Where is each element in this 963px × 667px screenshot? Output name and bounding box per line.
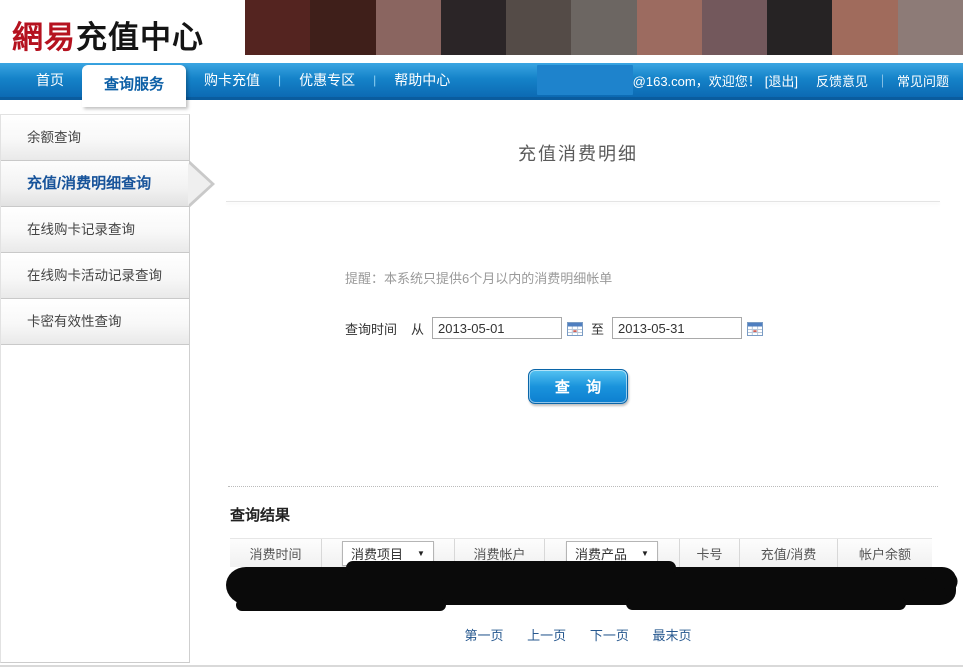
pagination: 第一页 上一页 下一页 最末页	[190, 625, 963, 644]
content-area: 余额查询 充值/消费明细查询 在线购卡记录查询 在线购卡活动记录查询 卡密有效性…	[0, 100, 963, 665]
table-data-redaction	[226, 567, 963, 613]
sidebar-item-balance-query[interactable]: 余额查询	[1, 115, 189, 161]
column-header-recharge-consume: 充值/消费	[740, 539, 838, 567]
netease-logo: 網易充值中心	[0, 0, 245, 57]
sidebar-item-card-validity-query[interactable]: 卡密有效性查询	[1, 299, 189, 345]
nav-item-discount-zone[interactable]: 优惠专区	[281, 63, 373, 97]
column-header-consume-time: 消费时间	[230, 539, 322, 567]
banner-color-block	[898, 0, 963, 55]
banner-color-block	[506, 0, 571, 55]
consume-product-select-value: 消费产品	[575, 544, 627, 563]
header: 網易充值中心	[0, 0, 963, 63]
query-time-label: 查询时间	[345, 319, 397, 338]
to-label: 至	[591, 319, 604, 338]
sidebar-item-recharge-detail-query-active[interactable]: 充值/消费明细查询	[1, 161, 189, 207]
redaction-stroke	[346, 561, 676, 575]
banner-color-block	[376, 0, 441, 55]
date-from-input[interactable]	[432, 317, 562, 339]
recharge-center-page: 網易充值中心 首页 查询服务 购卡充值 | 优惠专区 | 帮助中心 @163.c…	[0, 0, 963, 667]
query-submit-button[interactable]: 查 询	[528, 369, 628, 404]
logo-suffix-text: 充值中心	[76, 20, 204, 55]
banner-color-block	[245, 0, 310, 55]
consume-item-select-value: 消费项目	[351, 544, 403, 563]
logout-link[interactable]: [退出]	[765, 71, 798, 90]
pagination-next-page[interactable]: 下一页	[590, 628, 629, 643]
nav-item-home[interactable]: 首页	[18, 63, 82, 97]
main-panel: 充值消费明细 提醒：本系统只提供6个月以内的消费明细帐单 查询时间 从	[190, 100, 963, 665]
banner-color-block	[571, 0, 636, 55]
page-title: 充值消费明细	[190, 140, 963, 166]
date-to-input[interactable]	[612, 317, 742, 339]
chevron-down-icon: ▼	[417, 549, 425, 558]
title-divider	[226, 201, 940, 202]
redaction-stroke	[626, 597, 906, 610]
user-email-suffix: @163.com，欢迎您！	[633, 71, 761, 90]
calendar-icon[interactable]	[747, 321, 763, 336]
system-notice-text: 提醒：本系统只提供6个月以内的消费明细帐单	[345, 268, 963, 287]
header-banner-image	[245, 0, 963, 55]
sidebar-item-online-card-activity-records[interactable]: 在线购卡活动记录查询	[1, 253, 189, 299]
from-label: 从	[411, 319, 424, 338]
banner-color-block	[637, 0, 702, 55]
banner-color-block	[702, 0, 767, 55]
section-dotted-divider	[228, 486, 938, 487]
logo-brand-text: 網易	[12, 20, 76, 55]
chevron-down-icon: ▼	[641, 549, 649, 558]
pagination-first-page[interactable]: 第一页	[465, 628, 504, 643]
banner-color-block	[310, 0, 375, 55]
column-header-account-balance: 帐户余额	[838, 539, 932, 567]
nav-right-separator: ｜	[876, 71, 889, 90]
banner-color-block	[832, 0, 897, 55]
nav-item-buy-card-recharge[interactable]: 购卡充值	[186, 63, 278, 97]
username-redaction-box	[537, 65, 633, 95]
nav-item-help-center[interactable]: 帮助中心	[376, 63, 468, 97]
results-heading: 查询结果	[230, 504, 963, 525]
column-header-card-number: 卡号	[680, 539, 740, 567]
pagination-prev-page[interactable]: 上一页	[527, 628, 566, 643]
redaction-stroke	[236, 599, 446, 611]
faq-link[interactable]: 常见问题	[897, 71, 949, 90]
feedback-link[interactable]: 反馈意见	[816, 71, 868, 90]
nav-item-query-services-active-tab[interactable]: 查询服务	[82, 65, 186, 107]
sidebar-menu: 余额查询 充值/消费明细查询 在线购卡记录查询 在线购卡活动记录查询 卡密有效性…	[0, 114, 190, 663]
submit-row: 查 询	[190, 369, 963, 404]
sidebar-item-online-card-purchase-records[interactable]: 在线购卡记录查询	[1, 207, 189, 253]
nav-user-area: @163.com，欢迎您！ [退出] 反馈意见 ｜ 常见问题	[537, 63, 963, 97]
date-range-form: 查询时间 从 至	[345, 317, 963, 339]
calendar-icon[interactable]	[567, 321, 583, 336]
banner-color-block	[441, 0, 506, 55]
main-nav: 首页 查询服务 购卡充值 | 优惠专区 | 帮助中心 @163.com，欢迎您！…	[0, 63, 963, 100]
banner-color-block	[767, 0, 832, 55]
pagination-last-page[interactable]: 最末页	[652, 628, 691, 643]
